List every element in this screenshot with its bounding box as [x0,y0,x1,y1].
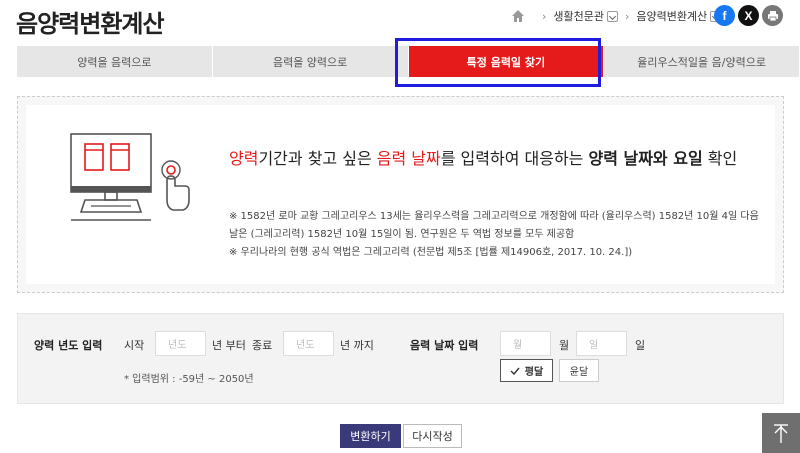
share-buttons: f X [714,5,783,26]
info-headline: 양력기간과 찾고 싶은 음력 날짜를 입력하여 대응하는 양력 날짜와 요일 확… [229,145,769,172]
normal-month-button[interactable]: 평달 [500,359,553,382]
chevron-down-icon[interactable] [607,10,619,22]
headline-text: 기간과 찾고 싶은 [258,149,377,168]
breadcrumb-item-label: 음양력변환계산 [636,10,708,23]
from-suffix: 년 부터 [212,339,246,352]
breadcrumb-separator: › [625,9,630,23]
home-icon[interactable] [511,9,525,23]
breadcrumb-item-label: 생활천문관 [553,10,605,23]
info-box: 양력기간과 찾고 싶은 음력 날짜를 입력하여 대응하는 양력 날짜와 요일 확… [17,96,784,293]
breadcrumb-item-2[interactable]: 음양력변환계산 [636,8,722,24]
tab-solar-to-lunar[interactable]: 양력을 음력으로 [17,46,213,77]
check-icon [510,367,520,375]
headline-lunar-date: 음력 날짜 [376,149,441,168]
input-range-note: * 입력범위 : -59년 ~ 2050년 [124,374,254,385]
info-notes: ※ 1582년 로마 교황 그레고리우스 13세는 율리우스력을 그레고리력으로… [229,208,769,262]
page-title: 음양력변환계산 [16,10,165,38]
end-label: 종료 [252,339,273,352]
end-year-input[interactable]: 년도 [283,331,334,356]
info-box-inner: 양력기간과 찾고 싶은 음력 날짜를 입력하여 대응하는 양력 날짜와 요일 확… [26,105,775,284]
print-icon[interactable] [762,5,783,26]
leap-month-button[interactable]: 윤달 [559,359,599,382]
normal-month-label: 평달 [524,367,544,378]
leap-month-label: 윤달 [569,367,589,378]
note-official-calendar: ※ 우리나라의 현행 공식 역법은 그레고리력 (천문법 제5조 [법률 제14… [229,247,633,258]
headline-text: 확인 [702,149,738,168]
note-julian-gregorian: ※ 1582년 로마 교황 그레고리우스 13세는 율리우스력을 그레고리력으로… [229,211,759,240]
active-tab-highlight [395,38,601,87]
start-year-input[interactable]: 년도 [155,331,206,356]
computer-touch-illustration [70,133,190,221]
breadcrumb: › 생활천문관 › 음양력변환계산 [511,6,722,26]
convert-button[interactable]: 변환하기 [340,424,401,448]
month-suffix: 월 [559,339,570,352]
start-label: 시작 [124,339,145,352]
x-icon[interactable]: X [738,5,759,26]
to-suffix: 년 까지 [340,339,374,352]
tab-julian-day[interactable]: 율리우스적일을 음/양력으로 [604,46,800,77]
solar-year-label: 양력 년도 입력 [34,339,103,352]
tab-lunar-to-solar[interactable]: 음력을 양력으로 [212,46,409,77]
headline-solar: 양력 [229,149,259,168]
lunar-date-label: 음력 날짜 입력 [410,339,479,352]
breadcrumb-separator: › [542,9,547,23]
headline-text: 를 입력하여 대응하는 [440,149,589,168]
input-form: 양력 년도 입력 시작 년도 년 부터 종료 년도 년 까지 * 입력범위 : … [17,313,784,404]
facebook-icon[interactable]: f [714,5,735,26]
day-suffix: 일 [635,339,646,352]
headline-solar-date-weekday: 양력 날짜와 요일 [588,149,703,168]
arrow-up-icon [774,424,788,443]
lunar-day-input[interactable]: 일 [576,331,627,356]
breadcrumb-item-1[interactable]: 생활천문관 [553,8,619,24]
reset-button[interactable]: 다시작성 [403,424,462,448]
scroll-to-top-button[interactable] [762,413,800,453]
lunar-month-input[interactable]: 월 [500,331,551,356]
